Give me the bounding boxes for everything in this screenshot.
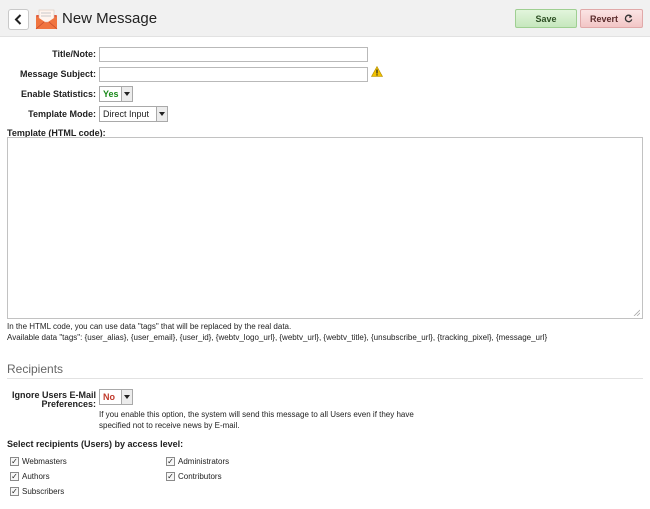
refresh-icon [624, 14, 633, 23]
checkbox-label-subscribers: Subscribers [22, 487, 65, 496]
revert-button-label: Revert [589, 13, 618, 24]
template-textarea[interactable] [7, 137, 643, 319]
select-recipients-label: Select recipients (Users) by access leve… [7, 439, 184, 449]
checkbox-row-contributors[interactable]: ✓ Contributors [166, 472, 222, 481]
checkbox-checked-icon[interactable]: ✓ [166, 457, 175, 466]
ignore-help-1: If you enable this option, the system wi… [99, 410, 414, 419]
checkbox-row-webmasters[interactable]: ✓ Webmasters [10, 457, 67, 466]
stats-select[interactable]: Yes [99, 86, 133, 102]
checkbox-checked-icon[interactable]: ✓ [10, 457, 19, 466]
checkbox-label-administrators: Administrators [178, 457, 230, 466]
stats-value: Yes [103, 89, 119, 99]
chevron-left-icon [14, 14, 22, 25]
checkbox-label-contributors: Contributors [178, 472, 222, 481]
envelope-icon [35, 9, 58, 30]
ignore-value: No [103, 392, 115, 402]
dropdown-arrow-icon [156, 107, 167, 121]
stats-label: Enable Statistics: [20, 89, 96, 99]
checkbox-row-subscribers[interactable]: ✓ Subscribers [10, 487, 64, 496]
resize-grip-icon[interactable] [633, 309, 640, 316]
template-note-1: In the HTML code, you can use data "tags… [7, 322, 292, 331]
back-button[interactable] [8, 9, 29, 30]
subject-label: Message Subject: [19, 69, 96, 79]
checkbox-row-administrators[interactable]: ✓ Administrators [166, 457, 229, 466]
checkbox-checked-icon[interactable]: ✓ [166, 472, 175, 481]
template-mode-select[interactable]: Direct Input [99, 106, 168, 122]
checkbox-checked-icon[interactable]: ✓ [10, 472, 19, 481]
template-note-2: Available data "tags": {user_alias}, {us… [7, 333, 548, 342]
checkbox-label-authors: Authors [22, 472, 50, 481]
dropdown-arrow-icon [121, 87, 132, 101]
warning-icon [371, 66, 383, 77]
page-title: New Message [62, 10, 158, 27]
title-note-label: Title/Note: [52, 49, 96, 59]
title-note-input[interactable] [99, 47, 368, 62]
section-divider [7, 378, 643, 379]
subject-input[interactable] [99, 67, 368, 82]
template-mode-value: Direct Input [103, 109, 150, 119]
checkbox-label-webmasters: Webmasters [22, 457, 67, 466]
save-button[interactable]: Save [515, 9, 577, 28]
recipients-section-title: Recipients [7, 362, 64, 376]
header-bar: New Message Save Revert [0, 0, 650, 37]
ignore-help-2: specified not to receive news by E-mail. [99, 421, 240, 430]
template-mode-label: Template Mode: [28, 109, 96, 119]
checkbox-row-authors[interactable]: ✓ Authors [10, 472, 50, 481]
revert-button[interactable]: Revert [580, 9, 643, 28]
ignore-label-line-2: Preferences: [41, 399, 96, 409]
save-button-label: Save [535, 13, 557, 24]
dropdown-arrow-icon [121, 390, 132, 404]
checkbox-checked-icon[interactable]: ✓ [10, 487, 19, 496]
ignore-select[interactable]: No [99, 389, 133, 405]
